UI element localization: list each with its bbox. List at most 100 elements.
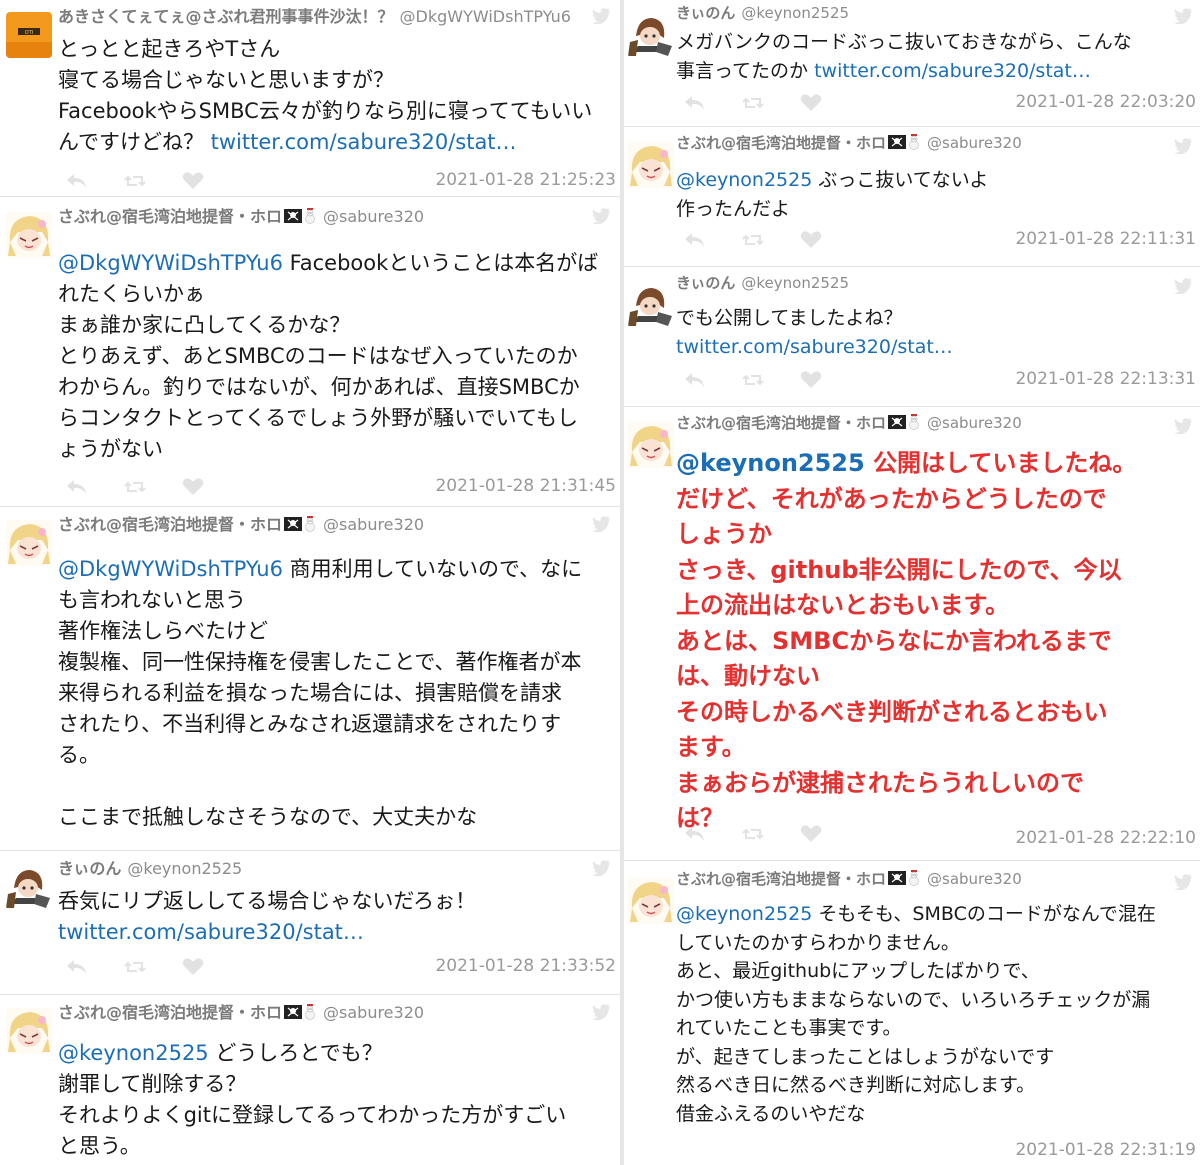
tweet[interactable]: さぶれ@宿毛湾泊地提督・ホロ @sabure320 @keynon2525 ぶっこ抜… <box>624 130 1200 260</box>
display-name[interactable]: あきさくてぇてぇ@さぶれ君刑事事件沙汰！？ <box>58 7 394 26</box>
like-icon[interactable] <box>180 170 206 192</box>
quoted-tweet-link[interactable]: twitter.com/sabure320/stat… <box>58 920 364 944</box>
tweet[interactable]: さぶれ@宿毛湾泊地提督・ホロ @sabure320 @keynon2525 公開はし… <box>624 410 1200 855</box>
tweet-separator <box>624 126 1200 127</box>
like-icon[interactable] <box>798 92 824 114</box>
tweet[interactable]: きぃのん @keynon2525 でも公開してましたよね？ twitter.com/… <box>624 270 1200 400</box>
tweet[interactable]: きぃのん @keynon2525 呑気にリプ返ししてる場合じゃないだろぉ！ twit… <box>0 852 620 992</box>
screenshot-collage: OTI あきさくてぇてぇ@さぶれ君刑事事件沙汰！？ @DkgWYWiDshTPYu6… <box>0 0 1200 1165</box>
display-name[interactable]: さぶれ@宿毛湾泊地提督・ホロ <box>676 870 886 888</box>
twitter-bird-icon <box>592 8 612 25</box>
display-name[interactable]: さぶれ@宿毛湾泊地提督・ホロ <box>58 515 282 534</box>
reply-icon[interactable] <box>682 823 708 845</box>
user-handle[interactable]: @sabure320 <box>927 414 1022 432</box>
twitter-bird-icon <box>1174 418 1194 435</box>
retweet-icon[interactable] <box>122 956 148 978</box>
reply-icon[interactable] <box>64 956 90 978</box>
display-name[interactable]: きぃのん <box>676 274 735 292</box>
tweet-header: きぃのん @keynon2525 <box>676 2 849 24</box>
timestamp[interactable]: 2021-01-28 22:13:31 <box>1015 369 1196 389</box>
mention-link[interactable]: @keynon2525 <box>676 449 865 477</box>
user-handle[interactable]: @keynon2525 <box>127 859 242 878</box>
avatar[interactable] <box>6 864 52 910</box>
like-icon[interactable] <box>798 369 824 391</box>
quoted-tweet-link[interactable]: twitter.com/sabure320/stat… <box>676 336 953 358</box>
timestamp[interactable]: 2021-01-28 21:25:23 <box>435 170 616 190</box>
quoted-tweet-link[interactable]: twitter.com/sabure320/stat… <box>211 130 517 154</box>
tweet[interactable]: さぶれ@宿毛湾泊地提督・ホロ @sabure320 @DkgWYWiDshTPYu6… <box>0 200 620 500</box>
display-name[interactable]: さぶれ@宿毛湾泊地提督・ホロ <box>676 134 886 152</box>
avatar[interactable] <box>628 12 674 58</box>
reply-icon[interactable] <box>682 369 708 391</box>
mention-link[interactable]: @DkgWYWiDshTPYu6 <box>58 251 283 275</box>
tweet[interactable]: OTI あきさくてぇてぇ@さぶれ君刑事事件沙汰！？ @DkgWYWiDshTPYu6… <box>0 0 620 190</box>
timestamp[interactable]: 2021-01-28 22:03:20 <box>1015 92 1196 112</box>
user-handle[interactable]: @sabure320 <box>927 870 1022 888</box>
display-name[interactable]: きぃのん <box>58 859 121 878</box>
mention-link[interactable]: @keynon2525 <box>58 1041 209 1065</box>
timestamp[interactable]: 2021-01-28 22:31:19 <box>1015 1140 1196 1160</box>
pirate-flag-icon <box>888 413 907 435</box>
user-handle[interactable]: @sabure320 <box>323 515 424 534</box>
user-handle[interactable]: @sabure320 <box>927 134 1022 152</box>
tweet-header: さぶれ@宿毛湾泊地提督・ホロ @sabure320 <box>58 1002 424 1026</box>
user-handle[interactable]: @sabure320 <box>323 207 424 226</box>
display-name[interactable]: さぶれ@宿毛湾泊地提督・ホロ <box>58 207 282 226</box>
avatar[interactable] <box>628 878 674 924</box>
timestamp[interactable]: 2021-01-28 22:11:31 <box>1015 229 1196 249</box>
reply-icon[interactable] <box>64 170 90 192</box>
tweet-header: さぶれ@宿毛湾泊地提督・ホロ @sabure320 <box>676 868 1022 892</box>
timestamp[interactable]: 2021-01-28 22:22:10 <box>1015 828 1196 848</box>
tweet-header: あきさくてぇてぇ@さぶれ君刑事事件沙汰！？ @DkgWYWiDshTPYu6 <box>58 6 571 28</box>
timestamp[interactable]: 2021-01-28 21:33:52 <box>435 956 616 976</box>
user-handle[interactable]: @keynon2525 <box>741 274 849 292</box>
avatar[interactable] <box>6 212 52 258</box>
retweet-icon[interactable] <box>740 823 766 845</box>
timestamp[interactable]: 2021-01-28 21:31:45 <box>435 476 616 496</box>
pirate-flag-icon <box>284 1003 303 1025</box>
mention-link[interactable]: @DkgWYWiDshTPYu6 <box>58 557 283 581</box>
snowman-icon <box>907 870 921 892</box>
tweet[interactable]: きぃのん @keynon2525 メガバンクのコードぶっこ抜いておきながら、こんな … <box>624 0 1200 120</box>
avatar[interactable] <box>628 422 674 468</box>
like-icon[interactable] <box>798 229 824 251</box>
retweet-icon[interactable] <box>122 170 148 192</box>
tweet-text: @DkgWYWiDshTPYu6 商用利用していないので、なに も言われないと思… <box>58 554 614 833</box>
snowman-icon <box>303 208 317 230</box>
user-handle[interactable]: @keynon2525 <box>741 4 849 22</box>
user-handle[interactable]: @DkgWYWiDshTPYu6 <box>400 7 571 26</box>
reply-icon[interactable] <box>682 229 708 251</box>
twitter-bird-icon <box>1174 8 1194 25</box>
mention-link[interactable]: @keynon2525 <box>676 903 812 925</box>
avatar[interactable] <box>6 1008 52 1054</box>
display-name[interactable]: さぶれ@宿毛湾泊地提督・ホロ <box>676 414 886 432</box>
reply-icon[interactable] <box>64 476 90 498</box>
retweet-icon[interactable] <box>122 476 148 498</box>
avatar[interactable] <box>628 142 674 188</box>
like-icon[interactable] <box>180 956 206 978</box>
tweet-body: 商用利用していないので、なに も言われないと思う 著作権法しらべたけど 複製権、… <box>58 557 583 829</box>
avatar[interactable]: OTI <box>6 12 52 58</box>
quoted-tweet-link[interactable]: twitter.com/sabure320/stat… <box>814 60 1091 82</box>
tweet[interactable]: さぶれ@宿毛湾泊地提督・ホロ @sabure320 @keynon2525 そもそも… <box>624 866 1200 1165</box>
tweet-separator <box>624 860 1200 861</box>
like-icon[interactable] <box>798 823 824 845</box>
tweet[interactable]: さぶれ@宿毛湾泊地提督・ホロ @sabure320 @DkgWYWiDshTPYu6… <box>0 508 620 848</box>
display-name[interactable]: さぶれ@宿毛湾泊地提督・ホロ <box>58 1003 282 1022</box>
retweet-icon[interactable] <box>740 229 766 251</box>
twitter-bird-icon <box>1174 874 1194 891</box>
like-icon[interactable] <box>180 476 206 498</box>
tweet[interactable]: さぶれ@宿毛湾泊地提督・ホロ @sabure320 @keynon2525 どうしろ… <box>0 996 620 1165</box>
avatar[interactable] <box>6 520 52 566</box>
retweet-icon[interactable] <box>740 369 766 391</box>
avatar[interactable] <box>628 282 674 328</box>
user-handle[interactable]: @sabure320 <box>323 1003 424 1022</box>
left-timeline: OTI あきさくてぇてぇ@さぶれ君刑事事件沙汰！？ @DkgWYWiDshTPYu6… <box>0 0 620 1165</box>
retweet-icon[interactable] <box>740 92 766 114</box>
tweet-text: でも公開してましたよね？ twitter.com/sabure320/stat… <box>676 304 1194 361</box>
display-name[interactable]: きぃのん <box>676 4 735 22</box>
snowman-icon <box>303 1004 317 1026</box>
mention-link[interactable]: @keynon2525 <box>676 169 812 191</box>
tweet-text: @keynon2525 ぶっこ抜いてないよ 作ったんだよ <box>676 166 1194 223</box>
reply-icon[interactable] <box>682 92 708 114</box>
